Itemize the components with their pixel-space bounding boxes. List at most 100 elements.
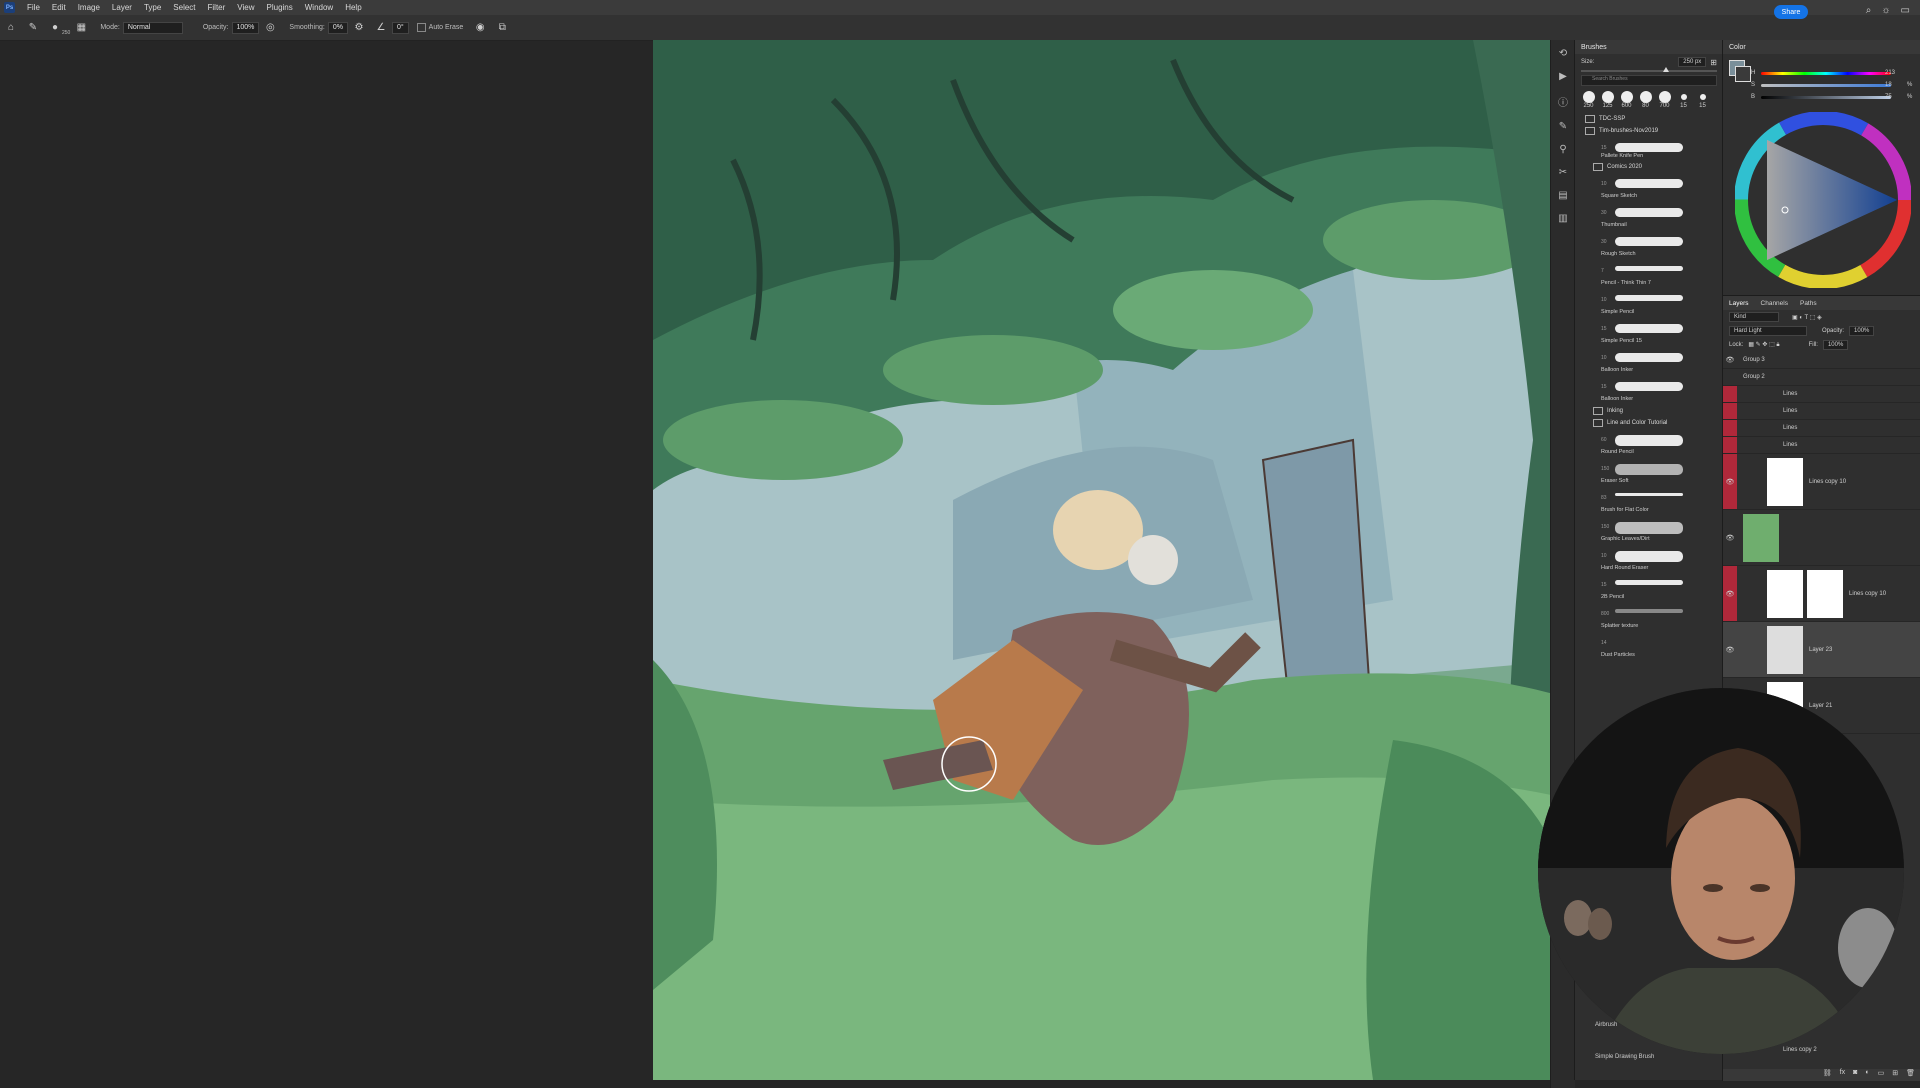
link-icon[interactable]: ⛓: [1823, 1069, 1832, 1081]
layer-row[interactable]: Lines: [1723, 386, 1920, 403]
properties-icon[interactable]: ▥: [1558, 213, 1567, 224]
mask-icon[interactable]: ◙: [1853, 1069, 1857, 1081]
kind-filter-select[interactable]: Kind: [1729, 312, 1779, 322]
eye-icon[interactable]: 👁︎: [1723, 590, 1737, 598]
eye-icon[interactable]: 👁︎: [1723, 478, 1737, 486]
brush-search-input[interactable]: Search Brushes: [1581, 75, 1717, 86]
angle-field[interactable]: 0°: [391, 21, 409, 34]
color-wheel[interactable]: [1735, 112, 1911, 288]
brush-item[interactable]: 15 Balloon Inker: [1581, 376, 1717, 405]
layer-row[interactable]: 👁︎: [1723, 510, 1920, 566]
brush-item[interactable]: 10 Square Sketch: [1581, 173, 1717, 202]
brush-item[interactable]: 150 Graphic Leaves/Dirt: [1581, 516, 1717, 545]
new-layer-icon[interactable]: ⊞: [1892, 1069, 1898, 1081]
brush-folder[interactable]: Inking: [1581, 405, 1717, 417]
mode-select[interactable]: Normal: [122, 21, 183, 34]
brush-folder[interactable]: Tim-brushes-Nov2019: [1581, 125, 1717, 137]
workspace-icon[interactable]: ▭: [1901, 5, 1910, 16]
trash-icon[interactable]: 🗑︎: [1906, 1069, 1915, 1081]
menu-filter[interactable]: Filter: [202, 3, 232, 12]
menu-type[interactable]: Type: [138, 3, 167, 12]
eye-icon[interactable]: 👁︎: [1723, 646, 1737, 654]
brush-settings-panel-icon[interactable]: ✎: [1559, 121, 1567, 132]
menu-select[interactable]: Select: [167, 3, 201, 12]
brush-item[interactable]: 150 Eraser Soft: [1581, 458, 1717, 487]
brush-item[interactable]: 15 Simple Pencil 15: [1581, 318, 1717, 347]
blend-mode-select[interactable]: Hard Light: [1729, 326, 1807, 336]
pressure-opacity-icon[interactable]: ◎: [263, 21, 277, 35]
preset-brush[interactable]: 600: [1619, 91, 1634, 109]
menu-image[interactable]: Image: [72, 3, 106, 12]
smoothing-field[interactable]: 0%: [327, 21, 348, 34]
tab-paths[interactable]: Paths: [1800, 300, 1817, 307]
background-swatch[interactable]: [1735, 66, 1751, 82]
menu-help[interactable]: Help: [339, 3, 367, 12]
layer-row[interactable]: 👁︎ Lines copy 10: [1723, 566, 1920, 622]
new-brush-icon[interactable]: ⊞: [1710, 58, 1717, 67]
lock-icons[interactable]: ▦ ✎ ✥ ⬚ 🔒︎: [1748, 341, 1779, 349]
preset-brush[interactable]: 700: [1657, 91, 1672, 109]
brush-folder[interactable]: Comics 2020: [1581, 161, 1717, 173]
brush-item[interactable]: Simple Drawing Brush: [1595, 1054, 1654, 1060]
brush-item[interactable]: 60 Round Pencil: [1581, 429, 1717, 458]
pencil-tool-icon[interactable]: ✎: [26, 21, 40, 35]
menu-layer[interactable]: Layer: [106, 3, 138, 12]
layer-group[interactable]: Group 2: [1723, 369, 1920, 386]
preset-brush[interactable]: 15: [1695, 91, 1710, 109]
brush-item[interactable]: 14 Dust Particles: [1581, 632, 1717, 661]
new-group-icon[interactable]: ▭: [1878, 1069, 1885, 1081]
brush-item[interactable]: 30 Rough Sketch: [1581, 231, 1717, 260]
brush-settings-icon[interactable]: ▦: [74, 21, 88, 35]
tab-channels[interactable]: Channels: [1761, 300, 1788, 307]
brush-item[interactable]: 10 Balloon Inker: [1581, 347, 1717, 376]
search-icon[interactable]: ⌕: [1866, 5, 1872, 16]
brush-preset-icon[interactable]: ●: [48, 21, 62, 35]
menu-plugins[interactable]: Plugins: [261, 3, 299, 12]
brightness-value[interactable]: 75: [1885, 94, 1892, 100]
actions-icon[interactable]: ▶: [1559, 71, 1567, 82]
layer-row[interactable]: Lines: [1723, 403, 1920, 420]
tab-layers[interactable]: Layers: [1729, 300, 1749, 307]
brightness-slider[interactable]: [1761, 96, 1891, 99]
discover-icon[interactable]: ☼: [1881, 5, 1890, 16]
hue-value[interactable]: 213: [1885, 70, 1895, 76]
menu-window[interactable]: Window: [299, 3, 339, 12]
auto-erase-checkbox[interactable]: [416, 23, 426, 32]
layer-row[interactable]: 👁︎ Lines copy 10: [1723, 454, 1920, 510]
tool-presets-icon[interactable]: ✂: [1559, 167, 1567, 178]
preset-brush[interactable]: 80: [1638, 91, 1653, 109]
size-slider-handle[interactable]: [1663, 67, 1669, 72]
pressure-size-icon[interactable]: ◉: [473, 21, 487, 35]
home-icon[interactable]: ⌂: [4, 21, 18, 35]
share-button[interactable]: Share: [1774, 5, 1808, 19]
brush-item[interactable]: 10 Hard Round Eraser: [1581, 545, 1717, 574]
menu-file[interactable]: File: [21, 3, 46, 12]
clone-source-icon[interactable]: ⚲: [1559, 144, 1566, 155]
photoshop-logo-icon[interactable]: Ps: [4, 2, 15, 13]
brush-item[interactable]: 7 Pencil - Think Thin 7: [1581, 260, 1717, 289]
saturation-value[interactable]: 18: [1885, 82, 1892, 88]
brush-folder[interactable]: TDC-SSP: [1581, 113, 1717, 125]
brush-item[interactable]: 15 Pallete Knife Pen: [1581, 137, 1717, 161]
saturation-slider[interactable]: [1761, 84, 1891, 87]
libraries-icon[interactable]: ▤: [1558, 190, 1567, 201]
symmetry-icon[interactable]: ⧉: [495, 21, 509, 35]
filter-icons[interactable]: ▣ ◐ T ⬚ ◈: [1792, 314, 1822, 321]
eye-icon[interactable]: 👁︎: [1723, 534, 1737, 542]
menu-edit[interactable]: Edit: [46, 3, 72, 12]
brush-item[interactable]: Airbrush: [1595, 1022, 1617, 1028]
brush-item[interactable]: 10 Simple Pencil: [1581, 289, 1717, 318]
menu-view[interactable]: View: [231, 3, 260, 12]
adjustment-icon[interactable]: ◐: [1865, 1069, 1869, 1081]
brush-item[interactable]: 15 2B Pencil: [1581, 574, 1717, 603]
layer-row[interactable]: Lines: [1723, 420, 1920, 437]
layer-row[interactable]: Lines copy 2: [1783, 1047, 1817, 1053]
fx-icon[interactable]: fx: [1840, 1069, 1845, 1081]
info-icon[interactable]: ⓘ: [1558, 94, 1568, 109]
layer-fill-field[interactable]: 100%: [1822, 340, 1849, 350]
size-field[interactable]: 250 px: [1678, 57, 1707, 67]
gear-icon[interactable]: ⚙: [352, 21, 366, 35]
layer-row-selected[interactable]: 👁︎ Layer 23: [1723, 622, 1920, 678]
preset-brush[interactable]: 250: [1581, 91, 1596, 109]
brush-item[interactable]: 30 Thumbnail: [1581, 202, 1717, 231]
